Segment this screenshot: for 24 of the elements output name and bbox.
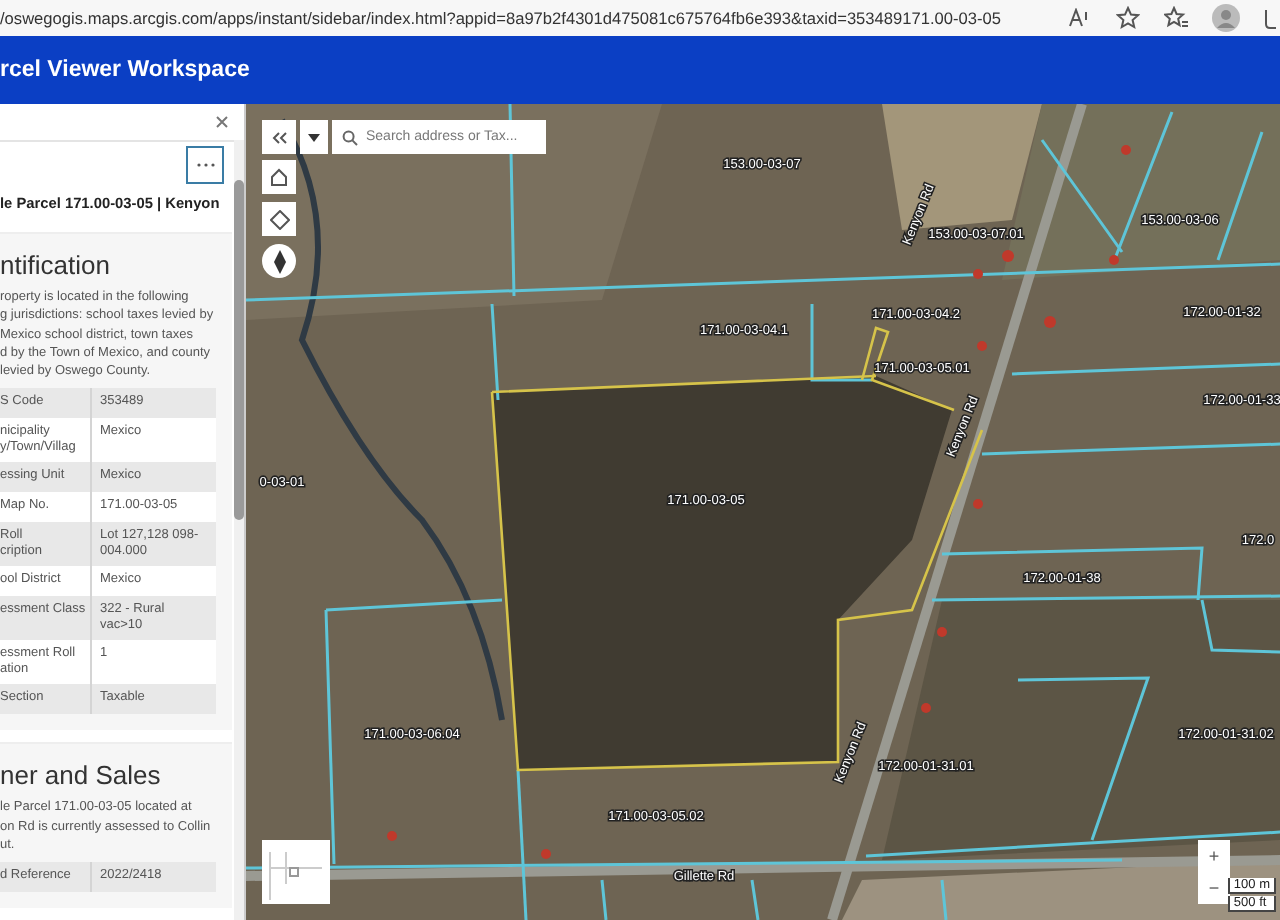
zoom-in-button[interactable]: + — [1198, 840, 1230, 872]
section-heading: ntification — [0, 250, 112, 280]
search-icon — [342, 129, 358, 145]
caret-icon — [308, 133, 320, 141]
scrollbar[interactable] — [234, 140, 244, 920]
address-bar[interactable]: /oswegogis.maps.arcgis.com/apps/instant/sidebar/index.html?appid=8a97b2f4301d475081c675764fb6e393&taxid=353489171.00-03-05 — [0, 8, 1001, 28]
home-icon — [270, 168, 288, 186]
profile-icon[interactable] — [1212, 4, 1240, 32]
compass-needle-icon — [273, 249, 285, 273]
home-button[interactable] — [262, 160, 296, 194]
diamond-icon — [269, 209, 289, 229]
more-options-button[interactable] — [186, 146, 224, 184]
ellipsis-icon — [195, 162, 215, 168]
locate-button[interactable] — [262, 202, 296, 236]
star-icon[interactable] — [1116, 6, 1140, 30]
zoom-out-button[interactable]: − — [1198, 872, 1230, 904]
close-icon[interactable] — [216, 116, 228, 128]
double-chevron-left-icon — [271, 131, 287, 143]
favorites-icon[interactable] — [1164, 6, 1188, 30]
collapse-button[interactable] — [262, 120, 296, 154]
read-aloud-icon[interactable] — [1068, 8, 1092, 28]
search-source-dropdown[interactable] — [300, 120, 328, 154]
app-title: rcel Viewer Workspace — [0, 58, 250, 82]
section-heading: ner and Sales — [0, 760, 163, 791]
